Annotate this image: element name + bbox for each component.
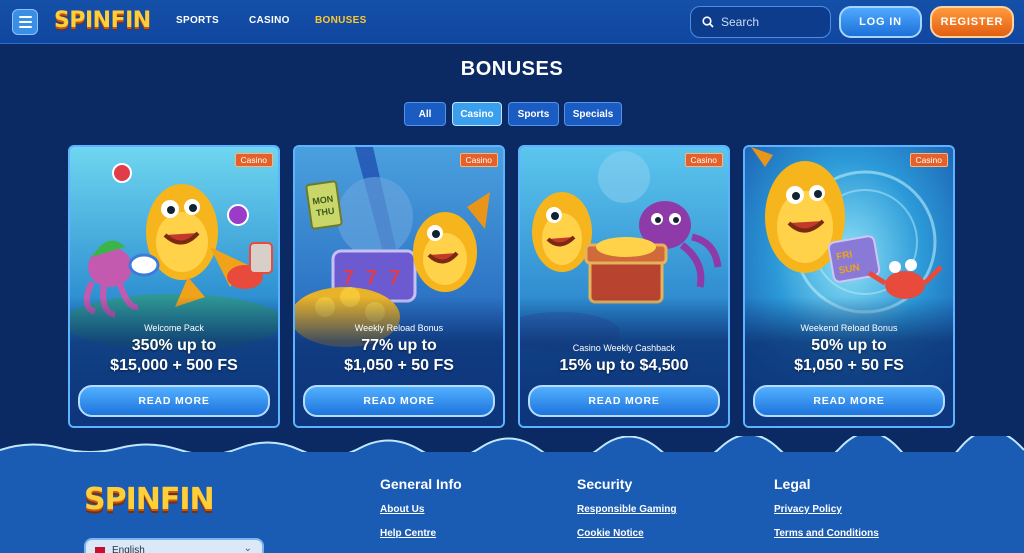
card-offer-line2: $1,050 + 50 FS bbox=[344, 357, 454, 374]
filter-tab-specials[interactable]: Specials bbox=[564, 102, 622, 126]
card-offer-line1: 15% up to $4,500 bbox=[559, 357, 689, 374]
search-box[interactable] bbox=[690, 6, 831, 38]
read-more-button[interactable]: READ MORE bbox=[528, 385, 720, 417]
nav-casino[interactable]: CASINO bbox=[249, 15, 290, 26]
search-icon bbox=[702, 16, 714, 28]
read-more-button[interactable]: READ MORE bbox=[753, 385, 945, 417]
card-offer-line2: $1,050 + 50 FS bbox=[794, 357, 904, 374]
category-badge: Casino bbox=[909, 153, 948, 167]
footer-column-title: General Info bbox=[380, 476, 462, 492]
card-offer-line1: 77% up to bbox=[361, 337, 437, 354]
filter-tab-all[interactable]: All bbox=[404, 102, 446, 126]
card-subtitle: Weekly Reload Bonus bbox=[354, 323, 444, 333]
svg-text:7: 7 bbox=[366, 267, 377, 289]
site-logo[interactable]: SPINFIN bbox=[54, 8, 151, 33]
register-button[interactable]: REGISTER bbox=[930, 6, 1014, 38]
footer-column-general-info: General Info About Us Help Centre bbox=[380, 476, 462, 552]
footer-link-responsible-gaming[interactable]: Responsible Gaming bbox=[577, 504, 676, 515]
flag-icon bbox=[95, 547, 105, 553]
card-offer-line1: 50% up to bbox=[811, 337, 887, 354]
footer-column-title: Legal bbox=[774, 476, 811, 492]
footer-column-security: Security Responsible Gaming Cookie Notic… bbox=[577, 476, 676, 552]
login-button[interactable]: LOG IN bbox=[839, 6, 922, 38]
read-more-button[interactable]: READ MORE bbox=[78, 385, 270, 417]
filter-tab-casino[interactable]: Casino bbox=[452, 102, 502, 126]
language-label: English bbox=[112, 544, 145, 553]
footer-column-title: Security bbox=[577, 476, 633, 492]
chevron-down-icon: ⌄ bbox=[243, 543, 252, 553]
nav-sports[interactable]: SPORTS bbox=[176, 15, 219, 26]
svg-text:7: 7 bbox=[343, 267, 354, 289]
bonus-card-weekend-reload[interactable]: FRI SUN Casino Weekend Reload Bonus 50% … bbox=[743, 145, 955, 428]
category-badge: Casino bbox=[459, 153, 498, 167]
filter-tab-sports[interactable]: Sports bbox=[508, 102, 559, 126]
nav-bonuses[interactable]: BONUSES bbox=[315, 15, 367, 26]
svg-text:7: 7 bbox=[389, 267, 400, 289]
bonus-card-weekly-cashback[interactable]: Casino Casino Weekly Cashback 15% up to … bbox=[518, 145, 730, 428]
language-selector[interactable]: English ⌄ bbox=[84, 538, 264, 553]
bonus-card-weekly-reload[interactable]: MON THU 7 7 7 Casino Weekly Reload Bonus… bbox=[293, 145, 505, 428]
footer-link-help-centre[interactable]: Help Centre bbox=[380, 528, 462, 539]
page-title: BONUSES bbox=[460, 58, 564, 80]
card-subtitle: Welcome Pack bbox=[144, 323, 204, 333]
card-offer-line2: $15,000 + 500 FS bbox=[110, 357, 238, 374]
top-header: SPINFIN SPORTS CASINO BONUSES LOG IN REG… bbox=[0, 0, 1024, 44]
category-badge: Casino bbox=[234, 153, 273, 167]
footer-link-about-us[interactable]: About Us bbox=[380, 504, 462, 515]
category-badge: Casino bbox=[684, 153, 723, 167]
footer-column-legal: Legal Privacy Policy Terms and Condition… bbox=[774, 476, 879, 552]
bonus-card-welcome-pack[interactable]: Casino Welcome Pack 350% up to $15,000 +… bbox=[68, 145, 280, 428]
footer-logo[interactable]: SPINFIN bbox=[84, 482, 215, 517]
card-subtitle: Weekend Reload Bonus bbox=[800, 323, 898, 333]
footer-link-cookie-notice[interactable]: Cookie Notice bbox=[577, 528, 676, 539]
read-more-button[interactable]: READ MORE bbox=[303, 385, 495, 417]
hamburger-menu-icon[interactable] bbox=[12, 9, 38, 35]
search-input[interactable] bbox=[721, 15, 821, 29]
footer-link-terms-and-conditions[interactable]: Terms and Conditions bbox=[774, 528, 879, 539]
card-offer-line1: 350% up to bbox=[131, 337, 217, 354]
card-subtitle: Casino Weekly Cashback bbox=[572, 343, 676, 353]
footer-link-privacy-policy[interactable]: Privacy Policy bbox=[774, 504, 879, 515]
